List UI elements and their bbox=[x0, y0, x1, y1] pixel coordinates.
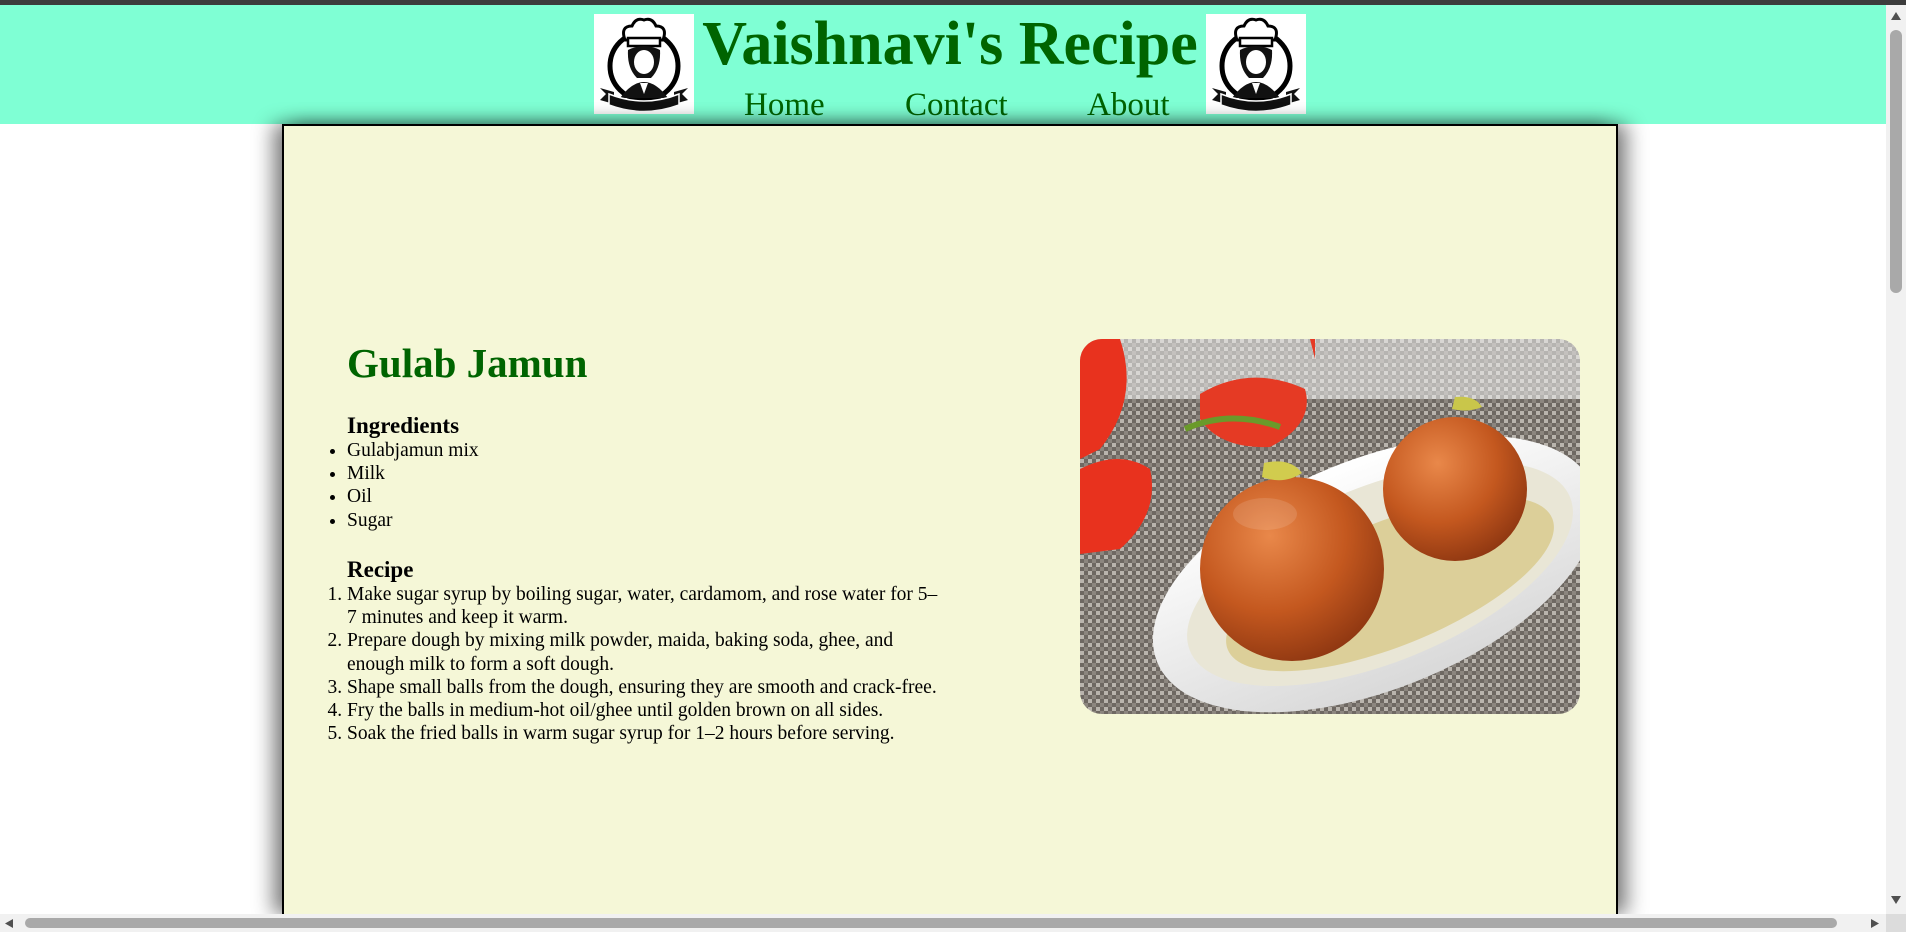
horizontal-scroll-thumb[interactable] bbox=[25, 918, 1837, 928]
recipe-step: Shape small balls from the dough, ensuri… bbox=[347, 676, 947, 699]
nav-about-link[interactable]: About bbox=[1087, 87, 1170, 124]
nav-home-link[interactable]: Home bbox=[744, 87, 825, 124]
scrollbar-corner bbox=[1886, 914, 1906, 932]
scroll-up-icon[interactable] bbox=[1890, 11, 1902, 21]
horizontal-scrollbar[interactable] bbox=[0, 914, 1886, 932]
vertical-scrollbar[interactable] bbox=[1886, 5, 1906, 914]
ingredients-list: Gulabjamun mix Milk Oil Sugar bbox=[284, 439, 927, 532]
gulab-jamun-photo bbox=[1080, 339, 1580, 714]
scroll-left-icon[interactable] bbox=[4, 918, 14, 929]
vertical-scroll-thumb[interactable] bbox=[1890, 30, 1902, 293]
chef-logo-icon bbox=[594, 14, 694, 114]
site-header: Vaishnavi's Recipe Home Contact About bbox=[0, 5, 1886, 124]
ingredient-item: Sugar bbox=[347, 509, 927, 532]
main-nav: Home Contact About bbox=[700, 87, 1200, 124]
recipe-title: Gulab Jamun bbox=[347, 340, 588, 386]
recipe-steps-list: Make sugar syrup by boiling sugar, water… bbox=[284, 583, 947, 745]
ingredients-heading: Ingredients bbox=[347, 413, 460, 438]
recipe-step: Prepare dough by mixing milk powder, mai… bbox=[347, 629, 947, 675]
ingredient-item: Oil bbox=[347, 485, 927, 508]
chef-logo-icon bbox=[1206, 14, 1306, 114]
ingredient-item: Milk bbox=[347, 462, 927, 485]
recipe-step: Fry the balls in medium-hot oil/ghee unt… bbox=[347, 699, 947, 722]
ingredient-item: Gulabjamun mix bbox=[347, 439, 927, 462]
scroll-right-icon[interactable] bbox=[1870, 918, 1880, 929]
scroll-down-icon[interactable] bbox=[1890, 895, 1902, 905]
site-title: Vaishnavi's Recipe bbox=[702, 10, 1198, 78]
recipe-step: Soak the fried balls in warm sugar syrup… bbox=[347, 722, 947, 745]
recipe-step: Make sugar syrup by boiling sugar, water… bbox=[347, 583, 947, 629]
recipe-steps-heading: Recipe bbox=[347, 557, 414, 582]
recipe-card: Gulab Jamun Ingredients Gulabjamun mix M… bbox=[282, 124, 1618, 914]
nav-contact-link[interactable]: Contact bbox=[905, 87, 1008, 124]
